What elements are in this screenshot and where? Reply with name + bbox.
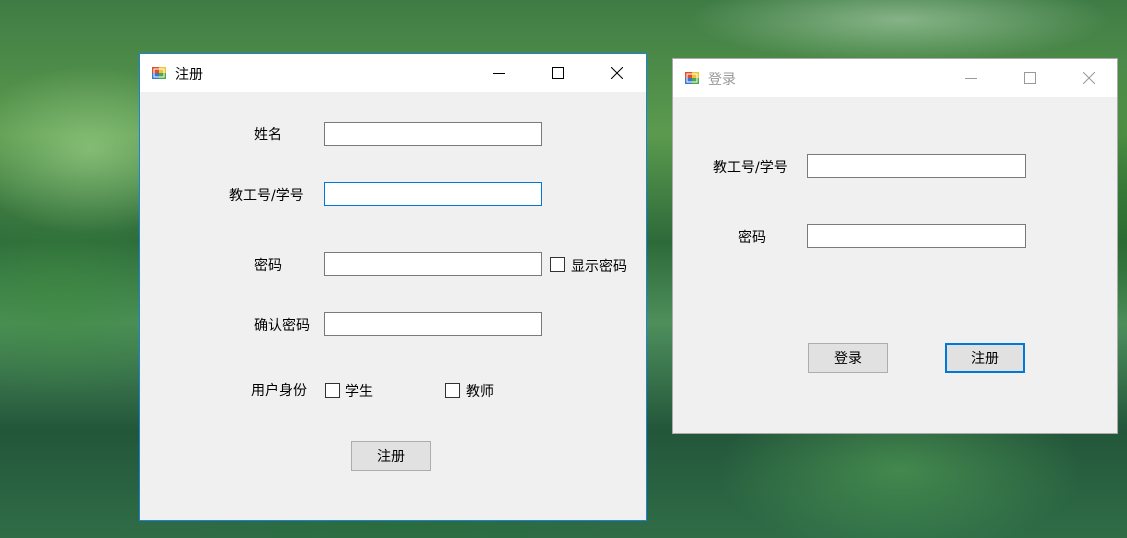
login-window[interactable]: 登录 教工号/学号 密码 登录 注册 [672, 58, 1118, 434]
minimize-icon [493, 73, 505, 74]
login-button[interactable]: 登录 [808, 343, 888, 373]
login-titlebar[interactable]: 登录 [673, 59, 1117, 97]
password-input[interactable] [807, 224, 1026, 248]
maximize-icon [552, 67, 564, 79]
maximize-button[interactable] [535, 54, 581, 92]
register-window[interactable]: 注册 姓名 教工号/学号 密码 显示密码 确认密码 用户身份 学生 教师 注册 [139, 53, 647, 521]
show-password-checkbox[interactable] [550, 257, 565, 272]
student-checkbox[interactable] [325, 383, 340, 398]
id-input[interactable] [324, 182, 542, 206]
show-password-label[interactable]: 显示密码 [571, 256, 627, 276]
name-label: 姓名 [254, 127, 282, 143]
teacher-label[interactable]: 教师 [466, 381, 494, 401]
close-icon [611, 67, 623, 79]
maximize-icon [1024, 72, 1036, 84]
password-label: 密码 [254, 258, 282, 274]
app-icon [685, 72, 699, 84]
app-icon [152, 67, 166, 79]
id-label: 教工号/学号 [229, 188, 304, 204]
password-label: 密码 [738, 230, 766, 246]
role-label: 用户身份 [251, 383, 307, 399]
window-title: 注册 [175, 67, 203, 83]
confirm-label: 确认密码 [254, 318, 310, 334]
name-input[interactable] [324, 122, 542, 146]
register-button[interactable]: 注册 [945, 343, 1025, 373]
register-titlebar[interactable]: 注册 [140, 54, 646, 92]
teacher-checkbox[interactable] [445, 383, 460, 398]
minimize-button[interactable] [476, 54, 522, 92]
minimize-icon [965, 78, 977, 79]
id-label: 教工号/学号 [713, 160, 788, 176]
register-submit-button[interactable]: 注册 [351, 441, 431, 471]
minimize-button[interactable] [948, 59, 994, 97]
maximize-button[interactable] [1007, 59, 1053, 97]
id-input[interactable] [807, 154, 1026, 178]
close-button[interactable] [594, 54, 640, 92]
close-icon [1083, 72, 1095, 84]
window-title: 登录 [708, 72, 736, 88]
password-input[interactable] [324, 252, 542, 276]
confirm-input[interactable] [324, 312, 542, 336]
student-label[interactable]: 学生 [345, 381, 373, 401]
close-button[interactable] [1066, 59, 1112, 97]
